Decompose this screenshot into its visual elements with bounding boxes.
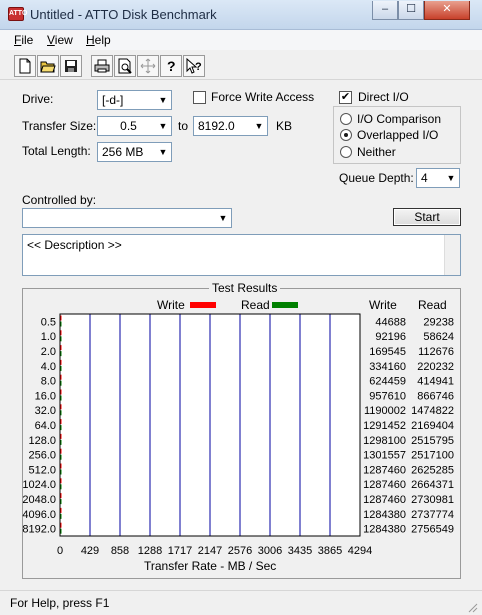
new-icon[interactable]: [14, 55, 36, 77]
toolbar: ? ?: [0, 50, 482, 80]
menu-view[interactable]: View: [47, 33, 73, 47]
close-button[interactable]: ✕: [424, 1, 470, 20]
drive-select[interactable]: [-d-] ▼: [97, 90, 172, 110]
minimize-button[interactable]: –: [372, 1, 398, 20]
transfer-size-to-label: to: [178, 119, 189, 133]
queue-depth-value: 4: [421, 171, 428, 185]
total-length-select[interactable]: 256 MB ▼: [97, 142, 172, 162]
move-icon: [137, 55, 159, 77]
test-results-title: Test Results: [209, 281, 281, 295]
overlapped-io-label: Overlapped I/O: [357, 128, 439, 142]
test-results-group: [22, 288, 461, 579]
chevron-down-icon: ▼: [215, 209, 231, 227]
chevron-down-icon: ▼: [155, 91, 171, 109]
menu-bar: File View Help: [0, 30, 482, 50]
column-header-read: Read: [418, 298, 447, 312]
window-title: Untitled - ATTO Disk Benchmark: [30, 7, 217, 22]
transfer-size-from-value: 0.5: [120, 119, 137, 133]
column-header-write: Write: [369, 298, 397, 312]
chevron-down-icon: ▼: [155, 143, 171, 161]
start-button[interactable]: Start: [393, 208, 461, 226]
save-icon[interactable]: [60, 55, 82, 77]
resize-grip-icon[interactable]: [466, 601, 478, 613]
overlapped-io-radio[interactable]: [340, 129, 352, 141]
print-icon[interactable]: [91, 55, 113, 77]
context-help-icon[interactable]: ?: [183, 55, 205, 77]
total-length-value: 256 MB: [102, 145, 144, 159]
drive-label: Drive:: [22, 92, 54, 106]
description-scrollbar[interactable]: [444, 235, 460, 275]
controlled-by-select[interactable]: ▼: [22, 208, 232, 228]
help-icon[interactable]: ?: [160, 55, 182, 77]
legend-read-label: Read: [241, 298, 270, 312]
controlled-by-label: Controlled by:: [22, 193, 97, 207]
status-bar: For Help, press F1: [0, 590, 482, 615]
legend-write-swatch: [190, 302, 216, 308]
queue-depth-label: Queue Depth:: [339, 171, 414, 185]
chevron-down-icon: ▼: [251, 117, 267, 135]
maximize-button[interactable]: ☐: [398, 1, 424, 20]
atto-app-icon: ATTO: [8, 7, 27, 21]
neither-radio[interactable]: [340, 146, 352, 158]
legend-write-label: Write: [157, 298, 185, 312]
drive-value: [-d-]: [102, 93, 124, 107]
direct-io-label: Direct I/O: [358, 90, 409, 104]
io-comparison-radio[interactable]: [340, 113, 352, 125]
legend-read-swatch: [272, 302, 298, 308]
open-icon[interactable]: [37, 55, 59, 77]
force-write-checkbox[interactable]: [193, 91, 206, 104]
transfer-size-label: Transfer Size:: [22, 119, 97, 133]
title-bar: ATTO Untitled - ATTO Disk Benchmark – ☐ …: [0, 0, 482, 30]
svg-text:?: ?: [195, 61, 202, 73]
description-text: << Description >>: [27, 238, 122, 252]
chart-x-axis-label: Transfer Rate - MB / Sec: [144, 559, 277, 573]
svg-text:?: ?: [167, 58, 176, 74]
status-text: For Help, press F1: [10, 596, 110, 610]
io-comparison-label: I/O Comparison: [357, 112, 442, 126]
total-length-label: Total Length:: [22, 144, 91, 158]
transfer-size-to-select[interactable]: 8192.0 ▼: [193, 116, 268, 136]
queue-depth-select[interactable]: 4 ▼: [416, 168, 460, 188]
chevron-down-icon: ▼: [443, 169, 459, 187]
menu-file[interactable]: File: [14, 33, 33, 47]
transfer-size-unit: KB: [276, 119, 293, 133]
description-textbox[interactable]: << Description >>: [22, 234, 461, 276]
print-preview-icon[interactable]: [114, 55, 136, 77]
chevron-down-icon: ▼: [155, 117, 171, 135]
direct-io-checkbox[interactable]: ✔: [339, 91, 352, 104]
neither-label: Neither: [357, 145, 396, 159]
transfer-size-to-value: 8192.0: [198, 119, 235, 133]
menu-help[interactable]: Help: [86, 33, 111, 47]
transfer-size-from-select[interactable]: 0.5 ▼: [97, 116, 172, 136]
force-write-label: Force Write Access: [211, 90, 315, 104]
